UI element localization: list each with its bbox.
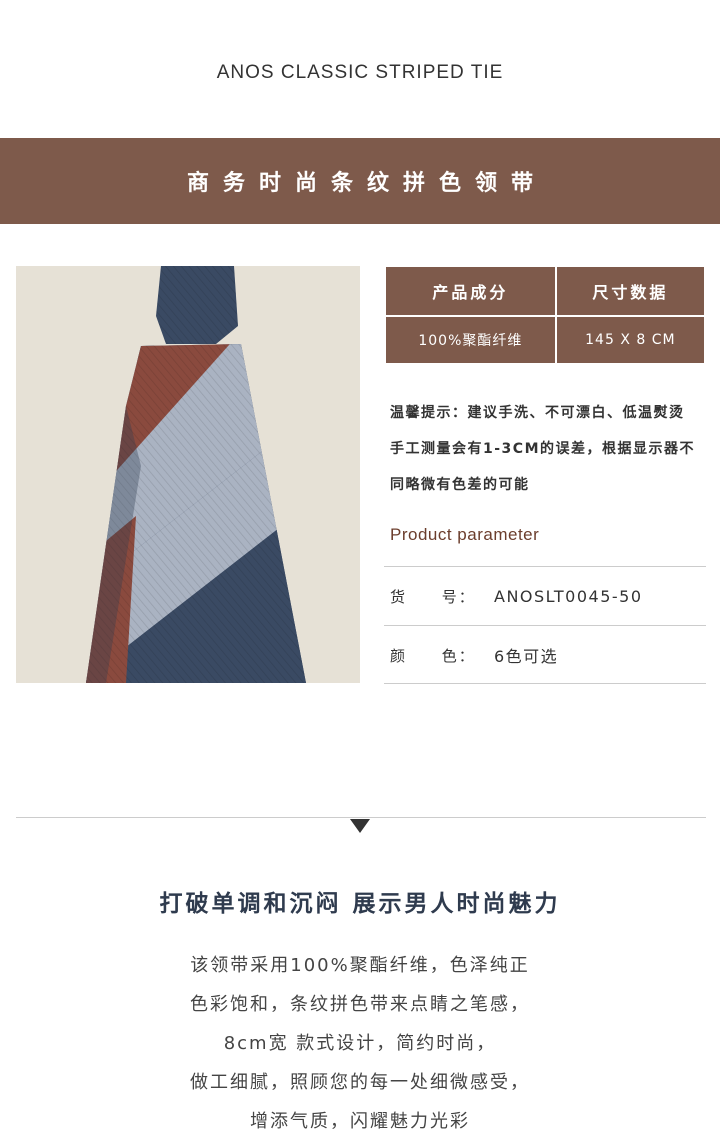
section-divider — [16, 817, 706, 818]
param-row-color: 颜 色： 6色可选 — [384, 625, 706, 684]
description-line: 该领带采用100%聚酯纤维，色泽纯正 — [190, 955, 530, 976]
spec-value-size: 145 X 8 CM — [554, 315, 707, 365]
spec-header-material: 产品成分 — [384, 265, 557, 317]
tip-line: 同略微有色差的可能 — [390, 477, 530, 493]
param-divider — [384, 683, 706, 684]
tip-line: 手工测量会有1-3CM的误差，根据显示器不 — [390, 441, 695, 457]
title-banner: 商务时尚条纹拼色领带 — [0, 138, 720, 224]
product-image — [16, 266, 360, 683]
banner-title: 商务时尚条纹拼色领带 — [186, 171, 547, 196]
triangle-down-icon — [350, 819, 370, 833]
english-title: ANOS CLASSIC STRIPED TIE — [216, 62, 504, 83]
spec-value-row: 100%聚酯纤维 145 X 8 CM — [384, 315, 707, 365]
slogan: 打破单调和沉闷 展示男人时尚魅力 — [159, 891, 561, 917]
tip-line: 温馨提示：建议手洗、不可漂白、低温熨烫 — [390, 405, 685, 421]
product-parameter-title: Product parameter — [390, 525, 540, 544]
spec-header-row: 产品成分 尺寸数据 — [384, 265, 707, 317]
spec-table: 产品成分 尺寸数据 100%聚酯纤维 145 X 8 CM — [384, 265, 707, 365]
description-line: 8cm宽 款式设计，简约时尚， — [223, 1033, 497, 1054]
param-key: 货 号： — [390, 587, 476, 606]
spec-header-size: 尺寸数据 — [554, 265, 707, 317]
param-key: 颜 色： — [390, 646, 476, 665]
description-line: 增添气质，闪耀魅力光彩 — [250, 1111, 470, 1132]
param-value: ANOSLT0045-50 — [494, 586, 643, 606]
description-line: 色彩饱和，条纹拼色带来点睛之笔感， — [190, 994, 530, 1015]
param-row-sku: 货 号： ANOSLT0045-50 — [384, 566, 706, 625]
description: 该领带采用100%聚酯纤维，色泽纯正 色彩饱和，条纹拼色带来点睛之笔感， 8cm… — [0, 946, 720, 1141]
tie-photo — [16, 266, 360, 683]
spec-value-material: 100%聚酯纤维 — [384, 315, 557, 365]
care-tips: 温馨提示：建议手洗、不可漂白、低温熨烫 手工测量会有1-3CM的误差，根据显示器… — [390, 395, 720, 503]
description-line: 做工细腻，照顾您的每一处细微感受， — [190, 1072, 530, 1093]
param-value: 6色可选 — [494, 647, 559, 666]
